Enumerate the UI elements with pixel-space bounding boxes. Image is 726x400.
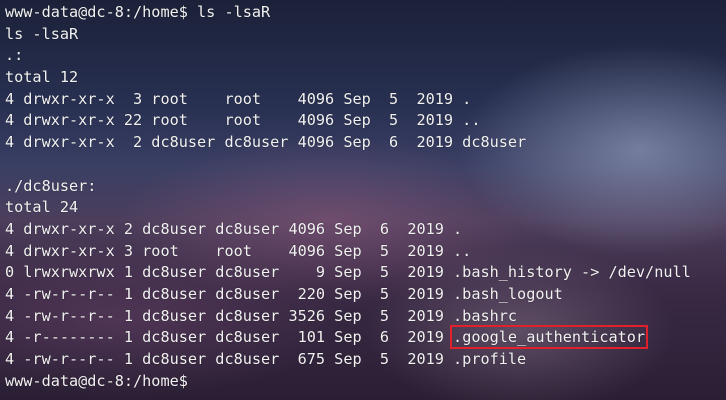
terminal-line-text: 0 lrwxrwxrwx 1 dc8user dc8user 9 Sep 5 2… bbox=[5, 263, 691, 282]
terminal-line-text: total 24 bbox=[5, 198, 79, 217]
terminal-line: total 24 bbox=[5, 197, 691, 219]
terminal-line-text: 4 -rw-r--r-- 1 dc8user dc8user 3526 Sep … bbox=[5, 306, 518, 325]
terminal-line: 4 drwxr-xr-x 2 dc8user dc8user 4096 Sep … bbox=[5, 132, 691, 154]
terminal-line-text: www-data@dc-8:/home$ ls -lsaR bbox=[5, 3, 271, 21]
terminal-window[interactable]: www-data@dc-8:/home$ ls -lsaR ls -lsaR.: t… bbox=[0, 0, 726, 400]
terminal-line-text: 4 drwxr-xr-x 22 root root 4096 Sep 5 201… bbox=[5, 111, 481, 130]
terminal-line: 4 drwxr-xr-x 3 root root 4096 Sep 5 2019… bbox=[5, 241, 691, 263]
terminal-line: 4 -rw-r--r-- 1 dc8user dc8user 3526 Sep … bbox=[5, 306, 691, 328]
terminal-line: .: bbox=[5, 45, 691, 67]
terminal-line-text: total 12 bbox=[5, 68, 79, 87]
terminal-line-text: 4 -r-------- 1 dc8user dc8user 101 Sep 6… bbox=[5, 328, 454, 347]
terminal-line-text: 4 drwxr-xr-x 3 root root 4096 Sep 5 2019… bbox=[5, 241, 472, 260]
terminal-line: 4 -rw-r--r-- 1 dc8user dc8user 220 Sep 5… bbox=[5, 284, 691, 306]
terminal-line-text: 4 drwxr-xr-x 2 dc8user dc8user 4096 Sep … bbox=[5, 219, 463, 238]
terminal-output: www-data@dc-8:/home$ ls -lsaR ls -lsaR.: t… bbox=[5, 2, 691, 392]
terminal-line: ls -lsaR bbox=[5, 24, 691, 46]
terminal-line: ./dc8user: bbox=[5, 176, 691, 198]
terminal-line: 0 lrwxrwxrwx 1 dc8user dc8user 9 Sep 5 2… bbox=[5, 262, 691, 284]
terminal-line-text: .: bbox=[5, 46, 24, 65]
terminal-line-text: 4 drwxr-xr-x 2 dc8user dc8user 4096 Sep … bbox=[5, 133, 527, 152]
highlighted-filename: .google_authenticator bbox=[450, 325, 649, 350]
terminal-line: 4 drwxr-xr-x 3 root root 4096 Sep 5 2019… bbox=[5, 89, 691, 111]
terminal-line: www-data@dc-8:/home$ ls -lsaR bbox=[5, 2, 691, 24]
terminal-line: 4 drwxr-xr-x 2 dc8user dc8user 4096 Sep … bbox=[5, 219, 691, 241]
terminal-line-text: 4 drwxr-xr-x 3 root root 4096 Sep 5 2019… bbox=[5, 89, 472, 108]
terminal-line: 4 drwxr-xr-x 22 root root 4096 Sep 5 201… bbox=[5, 110, 691, 132]
terminal-line-text: ls -lsaR bbox=[5, 24, 79, 43]
terminal-line-text: ./dc8user: bbox=[5, 176, 97, 195]
terminal-line: 4 -r-------- 1 dc8user dc8user 101 Sep 6… bbox=[5, 325, 691, 350]
terminal-line: 4 -rw-r--r-- 1 dc8user dc8user 675 Sep 5… bbox=[5, 349, 691, 371]
terminal-line-text: 4 -rw-r--r-- 1 dc8user dc8user 675 Sep 5… bbox=[5, 350, 527, 368]
terminal-line: total 12 bbox=[5, 67, 691, 89]
terminal-line-text: www-data@dc-8:/home$ bbox=[5, 371, 198, 390]
terminal-line: www-data@dc-8:/home$ bbox=[5, 371, 691, 393]
terminal-line-text: 4 -rw-r--r-- 1 dc8user dc8user 220 Sep 5… bbox=[5, 284, 563, 303]
